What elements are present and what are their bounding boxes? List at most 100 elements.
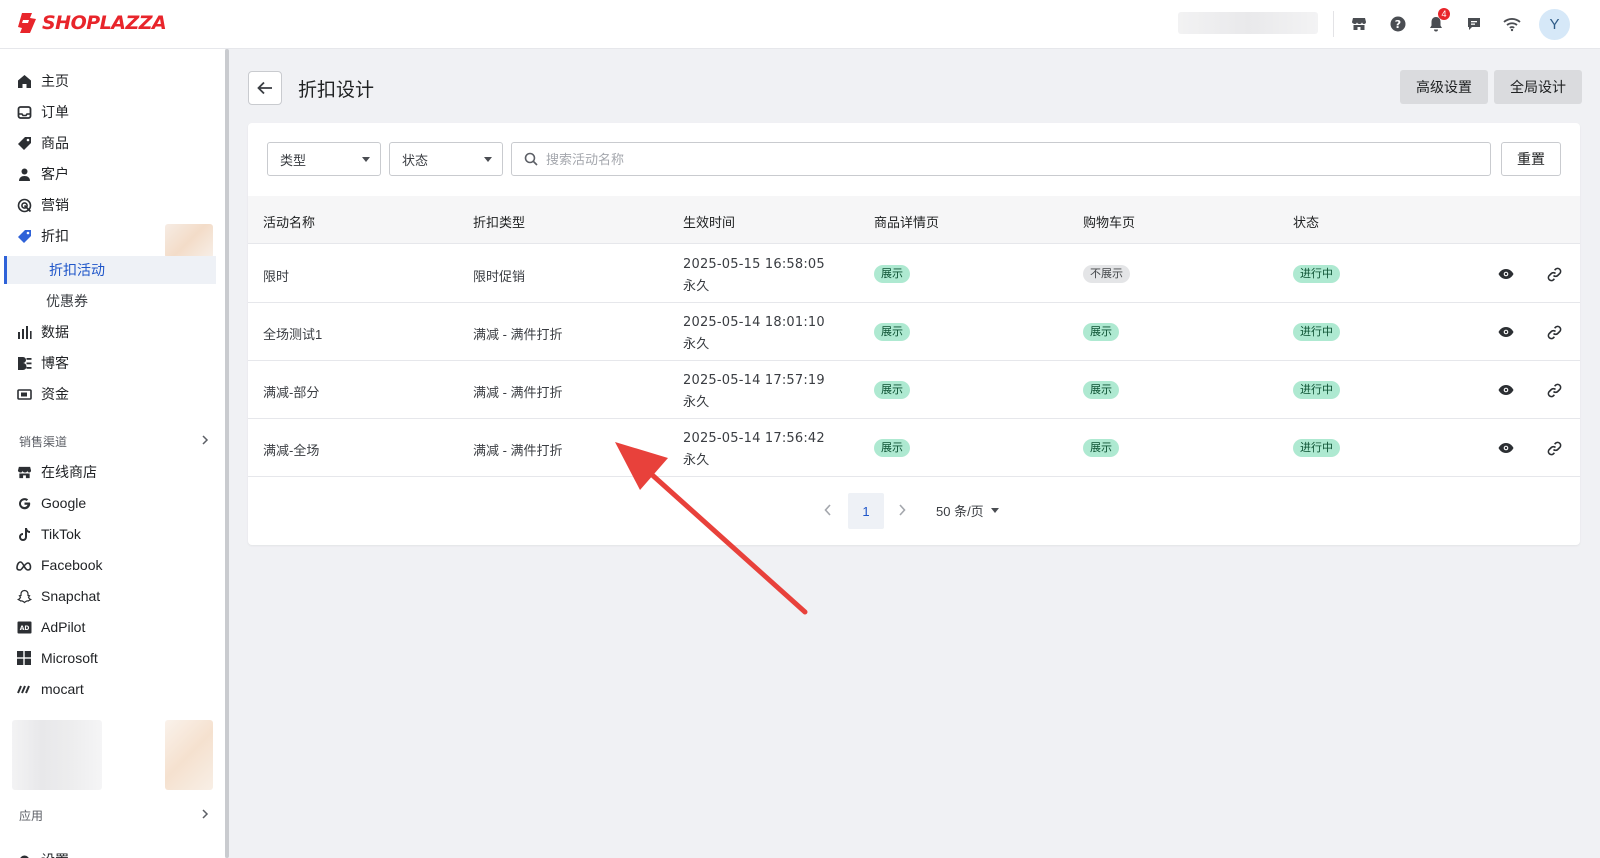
sidebar-item-label: 博客 <box>41 355 69 371</box>
page-size-label: 50 条/页 <box>936 504 984 519</box>
sidebar-item-blog[interactable]: 博客 <box>16 349 69 377</box>
discount-list-card: 类型 状态 重置 活动名称 折扣类型 生效时间 商品详情页 购物车页 状态 限时… <box>248 123 1580 545</box>
wifi-icon[interactable] <box>1501 13 1523 35</box>
back-button[interactable] <box>248 71 282 105</box>
sidebar-item-coupons[interactable]: 优惠券 <box>46 287 88 315</box>
channel-label: Snapchat <box>41 588 101 604</box>
cart-badge: 展示 <box>1083 323 1119 341</box>
pdp-badge: 展示 <box>874 381 910 399</box>
sidebar-item-marketing[interactable]: 营销 <box>16 191 69 219</box>
channel-facebook[interactable]: Facebook <box>16 551 102 579</box>
channel-tiktok[interactable]: TikTok <box>16 520 81 548</box>
bell-icon[interactable]: 4 <box>1425 8 1450 35</box>
shoplazza-logo[interactable]: SHOPLAZZA <box>18 11 167 35</box>
channel-online-store[interactable]: 在线商店 <box>16 458 97 486</box>
eye-icon[interactable] <box>1496 264 1516 284</box>
logo-text: SHOPLAZZA <box>42 12 167 34</box>
link-icon[interactable] <box>1544 380 1564 400</box>
end-time: 永久 <box>683 278 710 293</box>
sidebar-item-orders[interactable]: 订单 <box>16 98 69 126</box>
activity-name: 满减-全场 <box>263 443 320 458</box>
help-icon[interactable]: ? <box>1387 13 1409 35</box>
channel-google[interactable]: Google <box>16 489 86 517</box>
blog-icon <box>16 355 32 371</box>
prev-page-icon[interactable] <box>818 500 838 520</box>
divider <box>1333 11 1334 37</box>
sidebar-item-discounts[interactable]: 折扣 <box>16 222 69 250</box>
channel-mocart[interactable]: mocart <box>16 675 84 703</box>
sidebar-item-home[interactable]: 主页 <box>16 67 69 95</box>
cart-badge: 展示 <box>1083 381 1119 399</box>
table-row[interactable]: 满减-全场 满减 - 满件打折 2025-05-14 17:56:42 永久 展… <box>248 419 1580 477</box>
table-row[interactable]: 满减-部分 满减 - 满件打折 2025-05-14 17:57:19 永久 展… <box>248 361 1580 419</box>
sidebar-item-label: 资金 <box>41 386 69 402</box>
person-icon <box>16 166 32 182</box>
store-name-blurred <box>1178 12 1318 34</box>
blurred-region <box>165 720 213 790</box>
end-time: 永久 <box>683 336 710 351</box>
apps-header[interactable]: 应用 <box>19 805 209 825</box>
activity-name: 全场测试1 <box>263 327 323 342</box>
eye-icon[interactable] <box>1496 438 1516 458</box>
link-icon[interactable] <box>1544 322 1564 342</box>
channel-adpilot[interactable]: AD AdPilot <box>16 613 85 641</box>
channel-snapchat[interactable]: Snapchat <box>16 582 100 610</box>
channel-microsoft[interactable]: Microsoft <box>16 644 98 672</box>
start-time: 2025-05-14 18:01:10 <box>683 315 825 330</box>
column-header: 活动名称 <box>263 215 316 230</box>
sidebar-item-customers[interactable]: 客户 <box>16 160 69 188</box>
sidebar-item-settings[interactable]: 设置 <box>16 846 69 858</box>
global-design-button[interactable]: 全局设计 <box>1494 70 1582 104</box>
sidebar-item-label: 数据 <box>41 324 69 340</box>
channel-label: mocart <box>41 681 84 697</box>
column-header: 生效时间 <box>683 215 736 230</box>
user-avatar[interactable]: Y <box>1539 9 1570 40</box>
sidebar-item-analytics[interactable]: 数据 <box>16 318 69 346</box>
next-page-icon[interactable] <box>892 500 912 520</box>
store-icon[interactable] <box>1348 13 1370 35</box>
blurred-region <box>12 720 102 790</box>
status-filter-select[interactable]: 状态 <box>389 142 503 176</box>
sidebar-scrollbar[interactable] <box>225 49 229 858</box>
eye-icon[interactable] <box>1496 322 1516 342</box>
link-icon[interactable] <box>1544 438 1564 458</box>
bar-chart-icon <box>16 324 32 340</box>
activity-name: 满减-部分 <box>263 385 320 400</box>
chat-icon[interactable] <box>1463 13 1485 35</box>
arrow-left-icon <box>257 81 272 95</box>
channel-label: Google <box>41 495 87 511</box>
status-filter-label: 状态 <box>402 152 429 168</box>
status-badge: 进行中 <box>1293 439 1340 457</box>
blurred-region <box>165 224 213 258</box>
page-size-select[interactable]: 50 条/页 <box>936 501 999 520</box>
discount-type: 满减 - 满件打折 <box>473 443 563 458</box>
eye-icon[interactable] <box>1496 380 1516 400</box>
reset-button[interactable]: 重置 <box>1501 142 1561 176</box>
sales-channels-title: 销售渠道 <box>19 434 68 449</box>
table-row[interactable]: 全场测试1 满减 - 满件打折 2025-05-14 18:01:10 永久 展… <box>248 303 1580 361</box>
table-header: 活动名称 折扣类型 生效时间 商品详情页 购物车页 状态 <box>248 196 1580 244</box>
advanced-settings-button[interactable]: 高级设置 <box>1400 70 1488 104</box>
page-number-button[interactable]: 1 <box>848 493 884 529</box>
sidebar-item-products[interactable]: 商品 <box>16 129 69 157</box>
snapchat-icon <box>16 588 32 604</box>
start-time: 2025-05-14 17:56:42 <box>683 431 825 446</box>
mocart-icon <box>16 681 32 697</box>
table-row[interactable]: 限时 限时促销 2025-05-15 16:58:05 永久 展示 不展示 进行… <box>248 245 1580 303</box>
start-time: 2025-05-14 17:57:19 <box>683 373 825 388</box>
channel-label: AdPilot <box>41 619 86 635</box>
sidebar-item-discount-activities[interactable]: 折扣活动 <box>4 256 216 284</box>
sales-channels-header[interactable]: 销售渠道 <box>19 431 209 451</box>
caret-down-icon <box>362 156 370 162</box>
meta-icon <box>16 557 32 573</box>
gear-icon <box>16 852 32 858</box>
microsoft-icon <box>16 650 32 666</box>
sidebar-item-finance[interactable]: 资金 <box>16 380 69 408</box>
type-filter-select[interactable]: 类型 <box>267 142 381 176</box>
store-icon <box>16 464 32 480</box>
discount-type: 满减 - 满件打折 <box>473 327 563 342</box>
search-input[interactable] <box>546 151 1446 167</box>
link-icon[interactable] <box>1544 264 1564 284</box>
status-badge: 进行中 <box>1293 323 1340 341</box>
svg-text:?: ? <box>1395 18 1401 31</box>
